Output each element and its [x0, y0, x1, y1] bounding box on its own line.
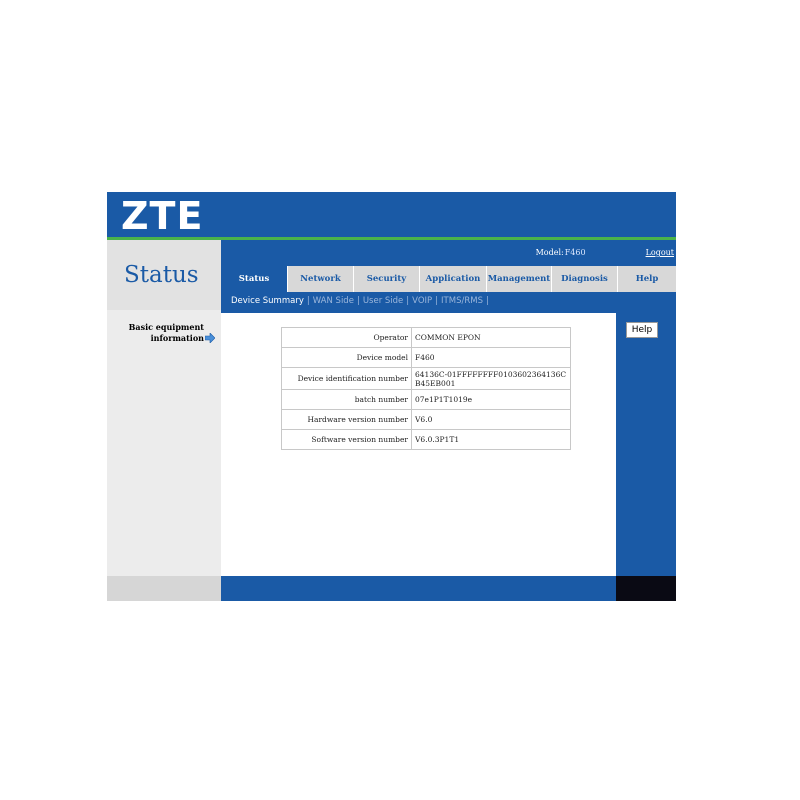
- help-button[interactable]: Help: [626, 322, 658, 338]
- row-label: Software version number: [281, 429, 412, 450]
- main-tabs: Status Network Security Application Mana…: [221, 266, 676, 292]
- tab-help[interactable]: Help: [617, 266, 676, 292]
- subnav-itms-rms[interactable]: ITMS/RMS: [441, 296, 483, 306]
- sidebar-item-basic-equipment-information[interactable]: Basic equipment information: [124, 322, 215, 344]
- table-row: Software version number V6.0.3P1T1: [281, 429, 571, 450]
- tab-application[interactable]: Application: [419, 266, 486, 292]
- router-admin-window: ZTE Status Model: F460 Logout Status Net…: [107, 192, 676, 601]
- main-content: Operator COMMON EPON Device model F460 D…: [221, 310, 616, 576]
- row-value: 64136C-01FFFFFFFF0103602364136CB45EB001: [411, 367, 571, 390]
- row-label: Device model: [281, 347, 412, 368]
- table-row: batch number 07e1P1T1019e: [281, 389, 571, 410]
- row-value: 07e1P1T1019e: [411, 389, 571, 410]
- help-panel: Help: [616, 310, 676, 576]
- tab-security[interactable]: Security: [353, 266, 419, 292]
- model-value: F460: [564, 248, 586, 257]
- subnav-separator: |: [485, 296, 489, 306]
- footer-bar: [221, 576, 616, 601]
- footer-right: [616, 576, 676, 601]
- row-value: V6.0.3P1T1: [411, 429, 571, 450]
- nav-band: Model: F460 Logout Status Network Securi…: [221, 240, 676, 310]
- tab-network[interactable]: Network: [287, 266, 353, 292]
- tab-status[interactable]: Status: [221, 266, 287, 292]
- table-row: Device model F460: [281, 347, 571, 368]
- subnav-voip[interactable]: VOIP: [412, 296, 432, 306]
- subnav-user-side[interactable]: User Side: [363, 296, 403, 306]
- subnav-separator: |: [356, 296, 360, 306]
- subnav-separator: |: [306, 296, 310, 306]
- subnav-device-summary[interactable]: Device Summary: [231, 296, 304, 306]
- model-row: Model: F460 Logout: [536, 248, 676, 262]
- device-info-table: Operator COMMON EPON Device model F460 D…: [281, 327, 571, 450]
- row-value: COMMON EPON: [411, 327, 571, 348]
- tab-management[interactable]: Management: [486, 266, 551, 292]
- left-sidebar: Basic equipment information: [107, 310, 221, 576]
- subnav-separator: |: [435, 296, 439, 306]
- table-row: Operator COMMON EPON: [281, 327, 571, 348]
- table-row: Device identification number 64136C-01FF…: [281, 367, 571, 390]
- subnav-separator: |: [406, 296, 410, 306]
- page-title: Status: [124, 262, 199, 288]
- row-label: batch number: [281, 389, 412, 410]
- row-value: V6.0: [411, 409, 571, 430]
- tab-diagnosis[interactable]: Diagnosis: [551, 266, 617, 292]
- header-bar: ZTE: [107, 192, 676, 238]
- row-label: Hardware version number: [281, 409, 412, 430]
- footer-left: [107, 576, 221, 601]
- table-row: Hardware version number V6.0: [281, 409, 571, 430]
- sidebar-item-label: Basic equipment information: [128, 322, 204, 343]
- arrow-right-icon: [205, 333, 215, 343]
- row-label: Operator: [281, 327, 412, 348]
- zte-logo: ZTE: [121, 194, 204, 238]
- row-label: Device identification number: [281, 367, 412, 390]
- row-value: F460: [411, 347, 571, 368]
- sub-navigation: Device Summary | WAN Side | User Side | …: [231, 294, 492, 308]
- subnav-wan-side[interactable]: WAN Side: [313, 296, 354, 306]
- model-label: Model:: [535, 248, 564, 257]
- logout-link[interactable]: Logout: [646, 248, 674, 262]
- title-band: Status: [107, 240, 221, 310]
